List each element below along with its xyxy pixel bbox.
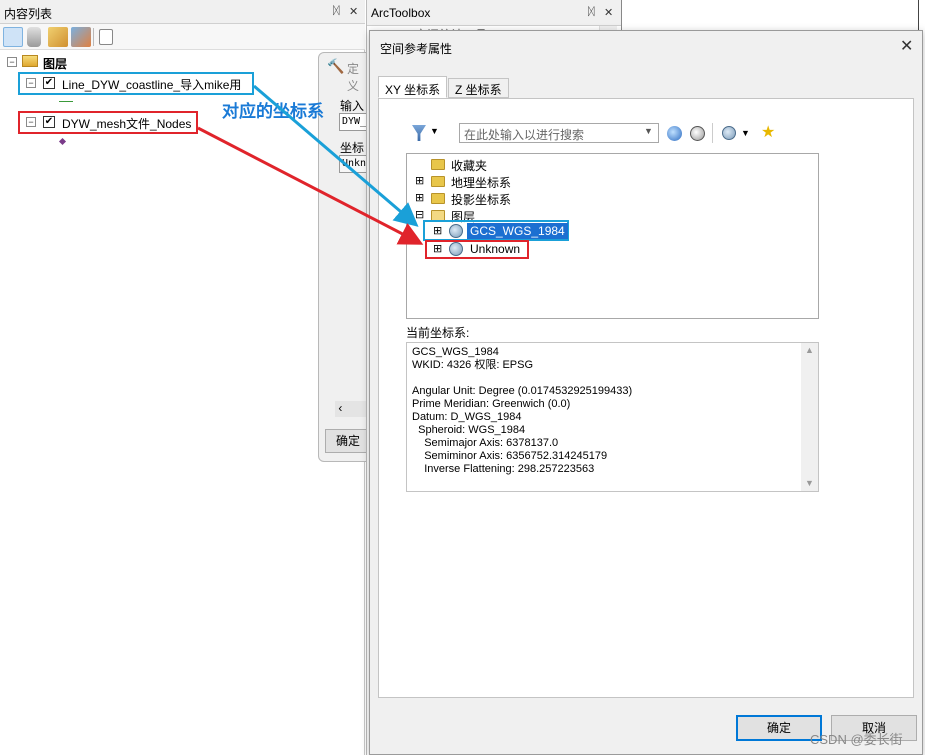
blue-arrow	[253, 84, 419, 227]
annotation-arrows	[197, 84, 424, 245]
red-arrow	[197, 126, 424, 245]
watermark: CSDN @委长街	[810, 732, 903, 747]
